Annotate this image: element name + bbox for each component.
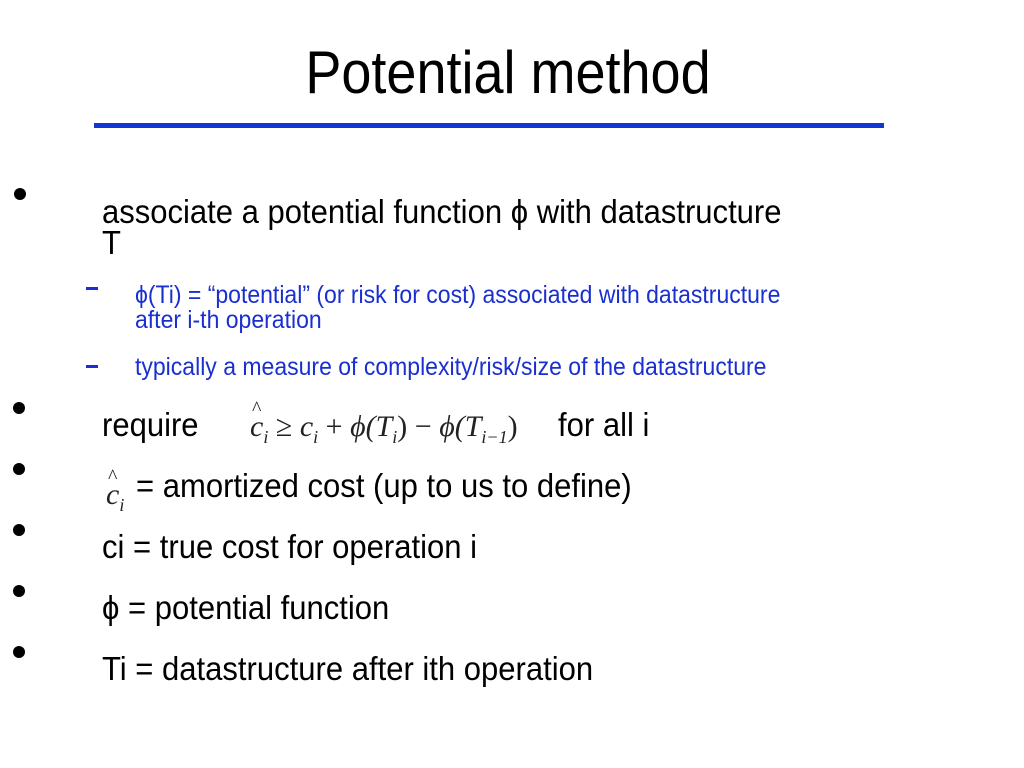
- title-underline: [94, 123, 884, 128]
- amortized-inequality-formula: ci ≥ ci + ϕ(Ti) − ϕ(Ti−1): [250, 398, 518, 448]
- bullet-text-associate-wrap: T: [102, 224, 121, 261]
- bullet-text-potential-function: ϕ = potential function: [102, 589, 390, 626]
- sub-item-measure: typically a measure of complexity/risk/s…: [135, 353, 767, 381]
- bullet-text-require: require: [102, 406, 199, 443]
- bullet-icon: [13, 463, 25, 475]
- bullet-text-amortized: = amortized cost (up to us to define): [136, 467, 632, 504]
- bullet-text-for-all: for all i: [558, 406, 650, 443]
- sub-item-potential-wrap: after i-th operation: [135, 306, 322, 334]
- dash-icon: [86, 365, 98, 368]
- bullet-icon: [13, 585, 25, 597]
- sub-item-potential: ϕ(Ti) = “potential” (or risk for cost) a…: [135, 281, 781, 309]
- bullet-text-associate: associate a potential function ϕ with da…: [102, 193, 782, 230]
- amortized-cost-symbol: ci: [106, 466, 124, 516]
- bullet-icon: [14, 188, 26, 200]
- bullet-icon: [13, 524, 25, 536]
- bullet-text-datastructure: Ti = datastructure after ith operation: [102, 650, 594, 687]
- slide-title: Potential method: [305, 39, 711, 106]
- bullet-icon: [13, 646, 25, 658]
- dash-icon: [86, 287, 98, 290]
- bullet-icon: [13, 402, 25, 414]
- bullet-text-true-cost: ci = true cost for operation i: [102, 528, 478, 565]
